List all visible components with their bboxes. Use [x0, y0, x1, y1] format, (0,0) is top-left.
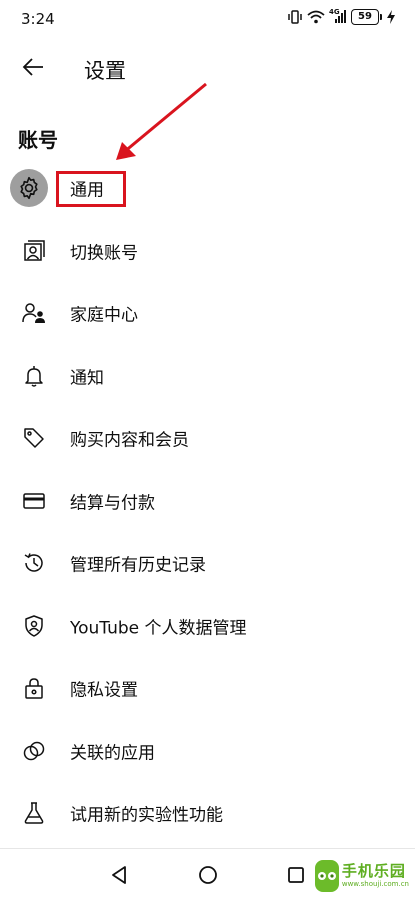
credit-card-icon	[20, 487, 48, 515]
settings-item-switch-account[interactable]: 切换账号	[0, 220, 415, 283]
nav-back-button[interactable]	[107, 865, 131, 889]
settings-item-label: YouTube 个人数据管理	[70, 618, 247, 639]
watermark: 手机乐园 www.shouji.com.cn	[313, 858, 409, 894]
back-button[interactable]	[16, 52, 50, 86]
cellular-signal-icon: 4G	[329, 8, 347, 24]
settings-item-label: 切换账号	[70, 243, 138, 264]
watermark-logo-icon	[315, 860, 339, 892]
flask-icon	[20, 799, 48, 827]
settings-item-family-center[interactable]: 家庭中心	[0, 282, 415, 345]
settings-item-label: 购买内容和会员	[70, 430, 189, 451]
settings-item-label: 家庭中心	[70, 305, 138, 326]
switch-account-icon	[20, 237, 48, 265]
settings-item-label: 通用	[70, 180, 104, 201]
family-icon	[20, 299, 48, 327]
settings-list: 通用 切换账号 家庭中心 通知 购买内容和会员 结算与付款 管理所有历史记录 Y…	[0, 157, 415, 845]
battery-indicator: 59	[351, 9, 382, 25]
settings-item-general[interactable]: 通用	[0, 157, 415, 220]
settings-item-privacy[interactable]: 隐私设置	[0, 657, 415, 720]
settings-item-label: 结算与付款	[70, 493, 155, 514]
tag-icon	[20, 424, 48, 452]
settings-item-notifications[interactable]: 通知	[0, 345, 415, 408]
charging-icon	[387, 10, 395, 24]
settings-item-label: 隐私设置	[70, 680, 138, 701]
circle-home-icon	[198, 865, 218, 889]
nav-home-button[interactable]	[196, 865, 220, 889]
settings-item-your-data[interactable]: YouTube 个人数据管理	[0, 595, 415, 658]
nav-recents-button[interactable]	[284, 865, 308, 889]
settings-item-connected-apps[interactable]: 关联的应用	[0, 720, 415, 783]
vibrate-icon	[287, 10, 303, 24]
settings-item-try-experimental[interactable]: 试用新的实验性功能	[0, 782, 415, 845]
back-arrow-icon	[22, 58, 44, 80]
watermark-subtitle: www.shouji.com.cn	[341, 880, 409, 888]
triangle-back-icon	[110, 865, 128, 889]
watermark-text: 手机乐园 www.shouji.com.cn	[342, 864, 409, 888]
section-header: 账号	[18, 128, 58, 152]
settings-item-label: 通知	[70, 368, 104, 389]
status-bar: 3:24 4G 59	[0, 0, 415, 40]
wifi-icon	[307, 10, 325, 24]
settings-item-billing-payments[interactable]: 结算与付款	[0, 470, 415, 533]
history-icon	[20, 549, 48, 577]
square-recents-icon	[287, 866, 305, 888]
linked-apps-icon	[20, 737, 48, 765]
gear-icon	[10, 169, 48, 208]
bell-icon	[20, 362, 48, 390]
settings-item-purchases-memberships[interactable]: 购买内容和会员	[0, 407, 415, 470]
status-icons: 4G 59	[287, 8, 395, 25]
lock-icon	[20, 674, 48, 702]
settings-item-label: 关联的应用	[70, 743, 155, 764]
settings-item-label: 管理所有历史记录	[70, 555, 206, 576]
watermark-title: 手机乐园	[341, 862, 406, 880]
settings-item-label: 试用新的实验性功能	[70, 805, 223, 826]
shield-person-icon	[20, 612, 48, 640]
settings-item-manage-history[interactable]: 管理所有历史记录	[0, 532, 415, 595]
network-type-label: 4G	[329, 8, 340, 16]
status-time: 3:24	[21, 10, 55, 28]
